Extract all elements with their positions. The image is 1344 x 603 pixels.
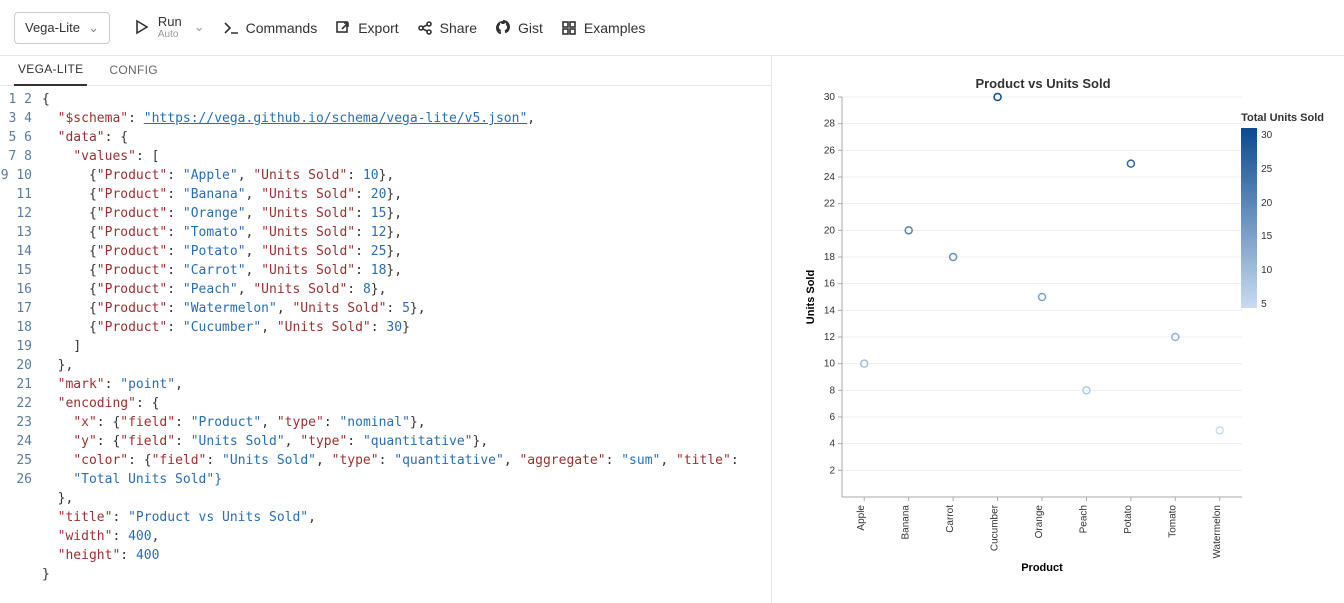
code-content: { "$schema": "https://vega.github.io/sch…	[42, 86, 771, 603]
svg-text:Carrot: Carrot	[945, 505, 956, 533]
code-editor[interactable]: 1 2 3 4 5 6 7 8 9 10 11 12 13 14 15 16 1…	[0, 86, 771, 603]
svg-text:22: 22	[824, 199, 836, 210]
run-sublabel: Auto	[158, 29, 182, 40]
svg-text:6: 6	[829, 412, 835, 423]
svg-text:8: 8	[829, 385, 835, 396]
editor-tabs: VEGA-LITE CONFIG	[0, 56, 771, 86]
mode-selector[interactable]: Vega-Lite ⌄	[14, 12, 110, 44]
share-button[interactable]: Share	[417, 20, 477, 36]
color-legend: Total Units Sold 30252015105	[1241, 112, 1324, 308]
svg-text:30: 30	[824, 92, 836, 103]
svg-text:18: 18	[824, 252, 836, 263]
scatter-plot[interactable]: 24681012141618202224262830AppleBananaCar…	[802, 91, 1242, 577]
gist-button[interactable]: Gist	[495, 20, 543, 36]
run-button[interactable]: Run Auto	[128, 11, 188, 44]
run-caret[interactable]: ⌄	[194, 19, 205, 35]
examples-label: Examples	[584, 20, 645, 36]
terminal-icon	[223, 20, 239, 36]
chart-title: Product vs Units Sold	[762, 76, 1324, 91]
legend-ticks: 30252015105	[1261, 130, 1272, 310]
grid-icon	[561, 20, 577, 36]
svg-text:Apple: Apple	[856, 505, 867, 531]
github-icon	[495, 20, 511, 36]
svg-text:28: 28	[824, 119, 836, 130]
line-gutter: 1 2 3 4 5 6 7 8 9 10 11 12 13 14 15 16 1…	[0, 86, 42, 603]
svg-text:2: 2	[829, 465, 835, 476]
svg-text:Watermelon: Watermelon	[1212, 505, 1223, 559]
legend-gradient	[1241, 128, 1257, 308]
svg-text:Banana: Banana	[901, 505, 912, 540]
svg-text:14: 14	[824, 305, 836, 316]
play-icon	[134, 19, 150, 35]
export-label: Export	[358, 20, 398, 36]
editor-pane: VEGA-LITE CONFIG 1 2 3 4 5 6 7 8 9 10 11…	[0, 56, 772, 603]
svg-text:Orange: Orange	[1034, 505, 1045, 539]
legend-title: Total Units Sold	[1241, 112, 1324, 124]
run-label: Run	[158, 15, 182, 29]
commands-label: Commands	[246, 20, 318, 36]
export-icon	[335, 20, 351, 36]
svg-text:Units Sold: Units Sold	[805, 270, 817, 324]
svg-text:12: 12	[824, 332, 836, 343]
chevron-down-icon: ⌄	[88, 20, 99, 36]
svg-text:20: 20	[824, 225, 836, 236]
svg-text:Potato: Potato	[1123, 505, 1134, 534]
gist-label: Gist	[518, 20, 543, 36]
export-button[interactable]: Export	[335, 20, 398, 36]
svg-text:Peach: Peach	[1078, 505, 1089, 533]
tab-vega-lite[interactable]: VEGA-LITE	[14, 56, 87, 86]
mode-label: Vega-Lite	[25, 20, 80, 35]
svg-text:Cucumber: Cucumber	[990, 504, 1001, 551]
chart-pane: Product vs Units Sold 246810121416182022…	[772, 56, 1344, 603]
svg-text:4: 4	[829, 439, 835, 450]
share-label: Share	[440, 20, 477, 36]
tab-config[interactable]: CONFIG	[105, 57, 161, 85]
share-icon	[417, 20, 433, 36]
svg-text:26: 26	[824, 145, 836, 156]
svg-text:Product: Product	[1021, 562, 1063, 574]
svg-text:16: 16	[824, 279, 836, 290]
run-group: Run Auto ⌄	[128, 11, 205, 44]
svg-text:10: 10	[824, 359, 836, 370]
toolbar: Vega-Lite ⌄ Run Auto ⌄ Commands Export S…	[0, 0, 1344, 56]
svg-text:Tomato: Tomato	[1167, 505, 1178, 538]
svg-text:24: 24	[824, 172, 836, 183]
commands-button[interactable]: Commands	[223, 20, 318, 36]
examples-button[interactable]: Examples	[561, 20, 645, 36]
